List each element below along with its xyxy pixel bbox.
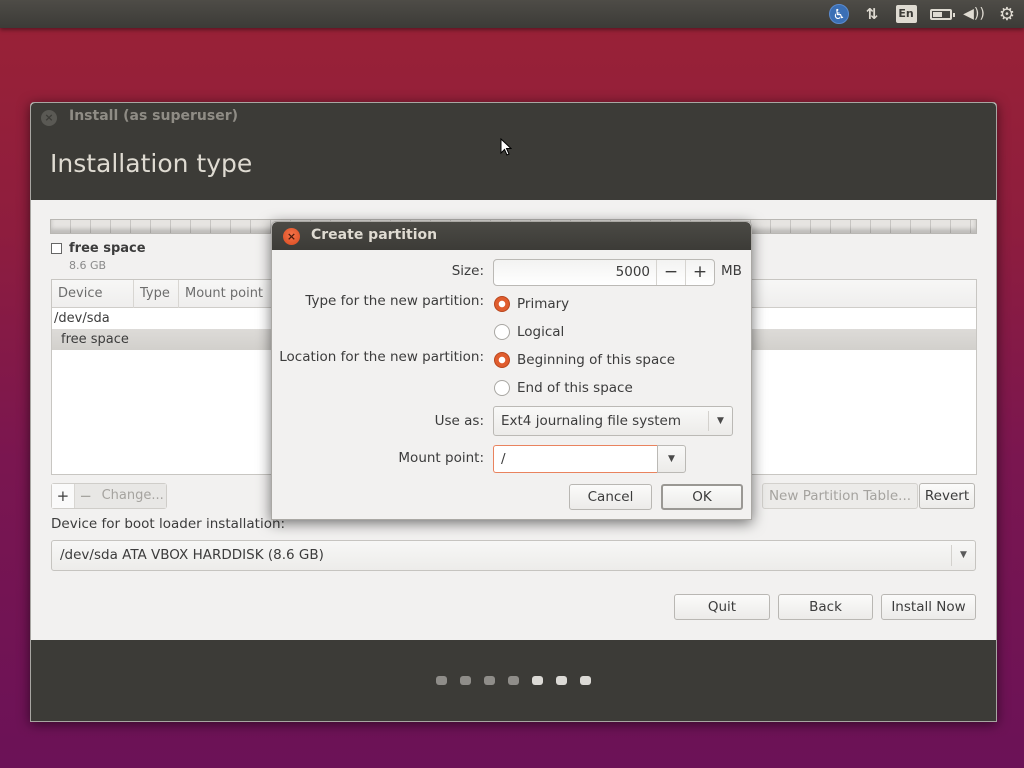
progress-dot — [436, 676, 447, 685]
accessibility-indicator[interactable]: ♿ — [828, 3, 850, 25]
change-partition-button[interactable]: Change... — [96, 484, 166, 508]
accessibility-icon: ♿ — [829, 4, 849, 24]
page-title: Installation type — [50, 149, 253, 178]
window-footer — [31, 640, 996, 721]
ok-button[interactable]: OK — [661, 484, 743, 510]
location-label: Location for the new partition: — [279, 349, 484, 365]
boot-loader-label: Device for boot loader installation: — [51, 516, 286, 532]
progress-dot — [556, 676, 567, 685]
radio-end[interactable]: End of this space — [494, 379, 633, 397]
battery-icon — [930, 8, 955, 20]
chevron-down-icon: ▼ — [708, 411, 732, 431]
size-unit: MB — [721, 263, 742, 279]
radio-label: Logical — [517, 324, 565, 340]
mount-point-combo: ▼ — [493, 445, 686, 473]
radio-label: Primary — [517, 296, 570, 312]
chevron-down-icon: ▼ — [668, 454, 675, 464]
use-as-value: Ext4 journaling file system — [501, 413, 681, 429]
chevron-down-icon: ▼ — [951, 545, 975, 566]
mouse-cursor-icon — [500, 138, 512, 156]
session-indicator[interactable]: ⚙ — [996, 3, 1018, 25]
radio-unselected-icon — [494, 324, 510, 340]
partition-type-label: Type for the new partition: — [305, 293, 484, 309]
size-spinbox[interactable]: 5000 − + — [493, 259, 715, 286]
dialog-header: × Create partition — [272, 222, 751, 250]
create-partition-dialog: × Create partition Size: 5000 − + MB Typ… — [271, 221, 752, 520]
size-increment-button[interactable]: + — [685, 260, 714, 285]
radio-logical[interactable]: Logical — [494, 323, 564, 341]
column-header-device[interactable]: Device — [52, 280, 134, 308]
top-panel: ♿ ⇅ En ◀)) ⚙ — [0, 0, 1024, 28]
volume-icon: ◀)) — [963, 6, 985, 22]
window-title: Install (as superuser) — [69, 108, 238, 124]
power-gear-icon: ⚙ — [998, 3, 1016, 25]
use-as-select[interactable]: Ext4 journaling file system ▼ — [493, 406, 733, 436]
progress-dot — [460, 676, 471, 685]
install-now-button[interactable]: Install Now — [881, 594, 976, 620]
progress-dot — [532, 676, 543, 685]
mount-point-dropdown-button[interactable]: ▼ — [657, 445, 686, 473]
back-button[interactable]: Back — [778, 594, 873, 620]
dialog-close-button[interactable]: × — [283, 228, 300, 245]
column-header-mount-point[interactable]: Mount point — [179, 280, 279, 308]
size-label: Size: — [451, 263, 484, 279]
legend-label: free space — [69, 241, 146, 256]
network-icon: ⇅ — [865, 5, 879, 23]
size-decrement-button[interactable]: − — [656, 260, 685, 285]
new-partition-table-button[interactable]: New Partition Table... — [762, 483, 918, 509]
add-partition-button[interactable]: + — [52, 484, 75, 508]
radio-label: End of this space — [517, 380, 633, 396]
column-header-type[interactable]: Type — [134, 280, 179, 308]
radio-selected-icon — [494, 352, 510, 368]
cancel-button[interactable]: Cancel — [569, 484, 652, 510]
keyboard-layout-indicator[interactable]: En — [895, 3, 917, 25]
network-indicator[interactable]: ⇅ — [861, 3, 883, 25]
progress-dot — [484, 676, 495, 685]
partition-actions: + − Change... — [51, 483, 167, 509]
row-device: /dev/sda — [54, 311, 110, 326]
remove-partition-button[interactable]: − — [74, 484, 97, 508]
progress-dot — [508, 676, 519, 685]
radio-beginning[interactable]: Beginning of this space — [494, 351, 675, 369]
radio-primary[interactable]: Primary — [494, 295, 569, 313]
window-close-button[interactable]: × — [41, 110, 57, 126]
legend-size: 8.6 GB — [69, 259, 107, 272]
keyboard-layout-icon: En — [895, 5, 917, 23]
boot-loader-value: /dev/sda ATA VBOX HARDDISK (8.6 GB) — [60, 547, 324, 563]
dialog-title: Create partition — [311, 227, 438, 243]
sound-indicator[interactable]: ◀)) — [962, 3, 986, 25]
radio-unselected-icon — [494, 380, 510, 396]
use-as-label: Use as: — [434, 413, 484, 429]
mount-point-input[interactable] — [493, 445, 657, 473]
progress-dot — [580, 676, 591, 685]
radio-label: Beginning of this space — [517, 352, 675, 368]
revert-button[interactable]: Revert — [919, 483, 975, 509]
battery-indicator[interactable] — [927, 3, 955, 25]
quit-button[interactable]: Quit — [674, 594, 770, 620]
free-space-swatch — [51, 243, 62, 254]
size-value[interactable]: 5000 — [616, 260, 650, 285]
row-device: free space — [61, 332, 129, 347]
boot-loader-select[interactable]: /dev/sda ATA VBOX HARDDISK (8.6 GB) ▼ — [51, 540, 976, 571]
radio-selected-icon — [494, 296, 510, 312]
mount-point-label: Mount point: — [398, 450, 484, 466]
window-header: × Install (as superuser) Installation ty… — [31, 103, 996, 200]
progress-dots — [436, 676, 591, 685]
